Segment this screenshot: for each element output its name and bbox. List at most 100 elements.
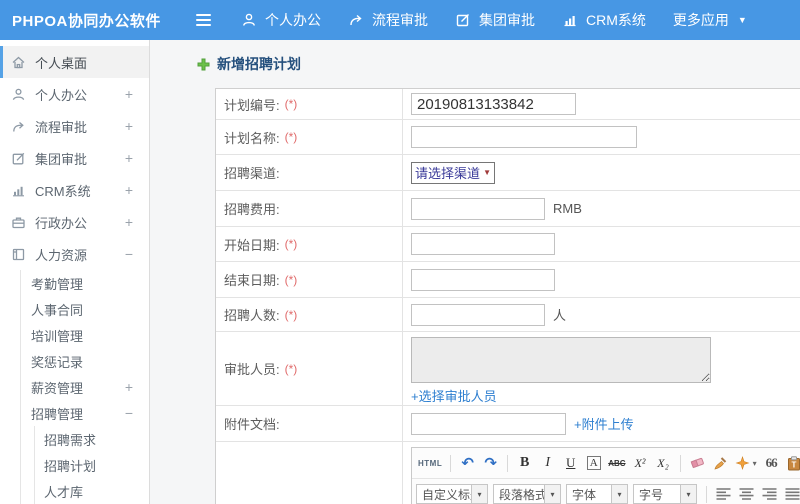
required-mark: (*): [284, 307, 298, 322]
plan-no-input[interactable]: [411, 93, 576, 115]
menu-icon[interactable]: [196, 14, 211, 26]
toolbar-blockquote-button[interactable]: 66: [761, 453, 782, 473]
toolbar-superscript-button[interactable]: X²: [630, 453, 651, 473]
sidebar-subitem-recruitment[interactable]: 招聘管理 −: [21, 400, 149, 426]
headcount-input[interactable]: [411, 303, 545, 326]
editor-toolbar-row-1: HTML ↶ ↷ B I U A ABC X² X₂ ▾ 66 T: [412, 448, 800, 479]
collapse-minus-icon: −: [124, 405, 133, 421]
sidebar: 个人桌面 个人办公 + 流程审批 + 集团审批 + CRM系统 + 行政办公 +…: [0, 40, 150, 504]
approvers-textarea[interactable]: [411, 337, 711, 383]
sidebar-subitem-training[interactable]: 培训管理: [21, 322, 149, 348]
toolbar-underline-button[interactable]: U: [560, 453, 581, 473]
brush-icon: [714, 456, 727, 469]
form-row-headcount: 招聘人数: (*) 人: [216, 298, 800, 332]
rich-text-editor: HTML ↶ ↷ B I U A ABC X² X₂ ▾ 66 T 自定义标 ▾…: [411, 447, 800, 504]
sidebar-item-label: 流程审批: [35, 119, 88, 135]
attachment-label: 附件文档:: [224, 417, 280, 432]
cost-input[interactable]: [411, 197, 545, 220]
align-right-button[interactable]: [759, 484, 780, 504]
font-size-select[interactable]: 字号 ▾: [633, 484, 697, 504]
approvers-label: 审批人员:: [224, 362, 280, 377]
brand-title: PHPOA协同办公软件: [12, 12, 161, 30]
align-justify-icon: [785, 488, 800, 500]
form-row-editor: HTML ↶ ↷ B I U A ABC X² X₂ ▾ 66 T 自定义标 ▾…: [216, 442, 800, 504]
expand-plus-icon: +: [124, 150, 133, 166]
sidebar-subitem-recruit-plan[interactable]: 招聘计划: [35, 452, 149, 478]
sidebar-item-workflow-approval[interactable]: 流程审批 +: [0, 110, 149, 142]
person-icon: [241, 12, 258, 28]
app-window: PHPOA协同办公软件 个人办公 流程审批 集团审批 CRM系统 更多应用 ▼ …: [0, 0, 800, 504]
sidebar-item-crm[interactable]: CRM系统 +: [0, 174, 149, 206]
toolbar-italic-button[interactable]: I: [537, 453, 558, 473]
align-justify-button[interactable]: [782, 484, 800, 504]
required-mark: (*): [284, 97, 298, 111]
expand-plus-icon: +: [124, 182, 133, 198]
required-mark: (*): [284, 237, 298, 251]
plan-name-input[interactable]: [411, 126, 637, 148]
eraser-icon: [690, 457, 704, 469]
toolbar-undo-button[interactable]: ↶: [457, 453, 478, 473]
nav-item-workflow-approval[interactable]: 流程审批: [348, 10, 428, 30]
caret-down-icon: ▾: [752, 458, 757, 468]
toolbar-strikethrough-button[interactable]: ABC: [606, 453, 627, 473]
choose-approvers-link[interactable]: +选择审批人员: [411, 386, 497, 405]
attachment-upload-link[interactable]: +附件上传: [574, 414, 634, 433]
align-left-button[interactable]: [713, 484, 734, 504]
chart-icon: [562, 12, 579, 28]
end-date-input[interactable]: [411, 268, 555, 291]
channel-select[interactable]: 请选择渠道 ▼: [411, 161, 495, 184]
svg-text:T: T: [792, 460, 797, 469]
font-select-value: 字体: [572, 487, 597, 502]
caret-down-icon: ▾: [680, 485, 696, 503]
heading-select[interactable]: 自定义标题 ▾: [416, 484, 488, 504]
sidebar-subitem-hr-contract[interactable]: 人事合同: [21, 296, 149, 322]
sidebar-subitem-recruit-demand[interactable]: 招聘需求: [35, 426, 149, 452]
toolbar-subscript-button[interactable]: X₂: [653, 453, 674, 473]
toolbar-bold-button[interactable]: B: [514, 453, 535, 473]
align-center-button[interactable]: [736, 484, 757, 504]
start-date-input[interactable]: [411, 233, 555, 255]
toolbar-format-brush-button[interactable]: [710, 453, 731, 473]
nav-item-personal-office[interactable]: 个人办公: [241, 10, 321, 30]
sidebar-subitem-label: 奖惩记录: [31, 354, 84, 370]
form-row-attachment: 附件文档: +附件上传: [216, 406, 800, 442]
cost-label: 招聘费用:: [224, 202, 280, 217]
toolbar-remove-format-button[interactable]: [687, 453, 708, 473]
align-right-icon: [762, 488, 777, 500]
toolbar-paint-format-button[interactable]: ▾: [733, 453, 759, 473]
toolbar-style-button[interactable]: A: [586, 456, 601, 470]
sidebar-item-desktop[interactable]: 个人桌面: [0, 46, 149, 78]
book-icon: [11, 247, 28, 262]
nav-item-more-apps[interactable]: 更多应用 ▼: [673, 10, 747, 30]
nav-item-crm[interactable]: CRM系统: [562, 10, 646, 30]
sidebar-subitem-salary[interactable]: 薪资管理 +: [21, 374, 149, 400]
toolbar-html-source-button[interactable]: HTML: [416, 453, 444, 473]
nav-item-label: 流程审批: [372, 12, 428, 28]
sidebar-item-personal-office[interactable]: 个人办公 +: [0, 78, 149, 110]
toolbar-redo-button[interactable]: ↷: [480, 453, 501, 473]
sidebar-subitem-label: 薪资管理: [31, 380, 84, 396]
hr-submenu: 考勤管理 人事合同 培训管理 奖惩记录 薪资管理 + 招聘管理 − 招聘需求 招…: [20, 270, 149, 504]
sidebar-item-hr[interactable]: 人力资源 −: [0, 238, 149, 270]
paragraph-format-select[interactable]: 段落格式 ▾: [493, 484, 561, 504]
expand-plus-icon: +: [124, 118, 133, 134]
sidebar-item-group-approval[interactable]: 集团审批 +: [0, 142, 149, 174]
nav-item-label: 集团审批: [479, 12, 535, 28]
attachment-input[interactable]: [411, 412, 566, 435]
expand-plus-icon: +: [124, 379, 133, 395]
align-center-icon: [739, 488, 754, 500]
toolbar-paste-text-button[interactable]: T: [784, 453, 800, 473]
sidebar-subitem-talent-pool[interactable]: 人才库: [35, 478, 149, 504]
page-title-text: 新增招聘计划: [217, 56, 301, 72]
nav-item-group-approval[interactable]: 集团审批: [455, 10, 535, 30]
end-date-label: 结束日期:: [224, 273, 280, 288]
sidebar-subitem-rewards[interactable]: 奖惩记录: [21, 348, 149, 374]
font-family-select[interactable]: 字体 ▾: [566, 484, 628, 504]
caret-down-icon: ▼: [483, 168, 491, 177]
sidebar-item-admin-office[interactable]: 行政办公 +: [0, 206, 149, 238]
sidebar-subitem-label: 人事合同: [31, 302, 84, 318]
form-row-channel: 招聘渠道: 请选择渠道 ▼: [216, 155, 800, 191]
sidebar-subitem-attendance[interactable]: 考勤管理: [21, 270, 149, 296]
sidebar-item-label: 行政办公: [35, 215, 88, 231]
top-navigation: 个人办公 流程审批 集团审批 CRM系统 更多应用 ▼: [241, 10, 747, 30]
